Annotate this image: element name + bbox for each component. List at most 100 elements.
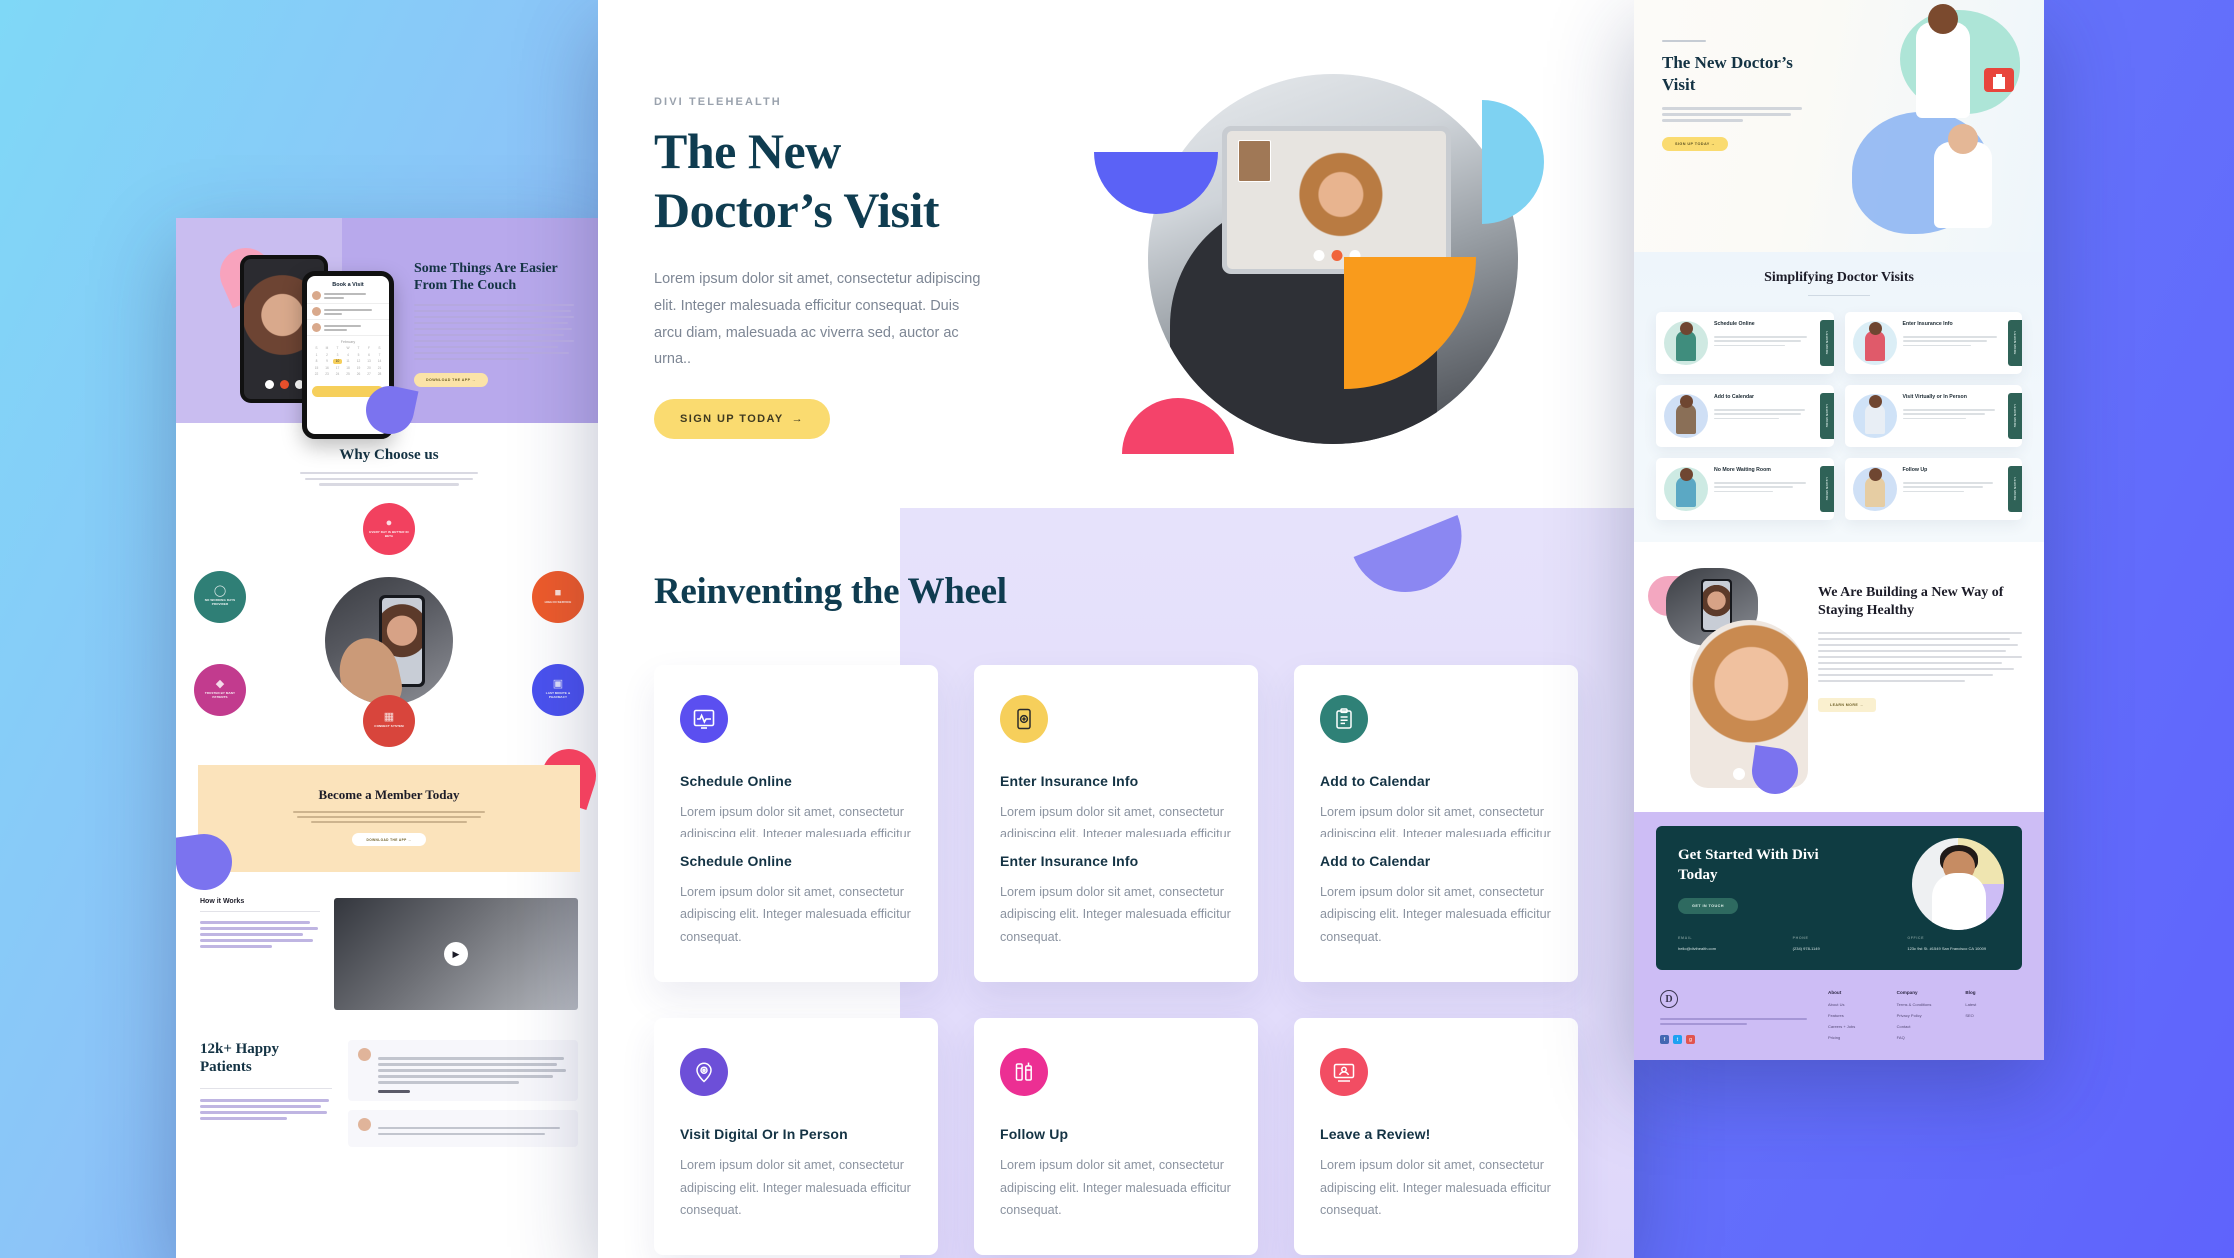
bubble-2[interactable]: ▣ LAST MINUTE & PHARMACY — [532, 663, 584, 716]
left-hero-text-block: Some Things Are Easier From The Couch DO… — [414, 260, 574, 387]
feature-block: Enter Insurance Info Lorem ipsum dolor s… — [1000, 853, 1232, 948]
feature-card[interactable]: Follow Up Lorem ipsum dolor sit amet, co… — [974, 1018, 1258, 1256]
footer-link[interactable]: About Us — [1828, 1002, 1881, 1007]
learn-more-tab[interactable]: LEARN MORE — [2008, 466, 2022, 512]
simplifying-card-grid: Schedule Online LEARN MORE Enter Insuran… — [1634, 296, 2044, 520]
how-it-works-section: How it Works ▶ — [176, 872, 602, 1011]
simplify-card[interactable]: Schedule Online LEARN MORE — [1656, 312, 1834, 374]
cyan-quartercircle-decoration — [1482, 100, 1544, 224]
bubble-label: NO WORKING DAYS PROVIDER — [204, 598, 236, 607]
footer-link[interactable]: Pricing — [1828, 1035, 1881, 1040]
hero-title-line2: Doctor’s Visit — [654, 182, 940, 238]
doctor-list-item[interactable] — [307, 304, 389, 320]
center-page-preview-panel[interactable]: DIVI TELEHEALTH The New Doctor’s Visit L… — [598, 0, 1634, 1258]
calendar-widget[interactable]: February SMTWTFS 1234567 8 9 10 11 12 13 14 15… — [307, 336, 389, 381]
doctor-list-item[interactable] — [307, 288, 389, 304]
doctors-illustration — [1828, 4, 2038, 238]
feature-card-grid: Schedule Online Lorem ipsum dolor sit am… — [654, 665, 1578, 1256]
calendar-grid[interactable]: SMTWTFS 1234567 8 9 10 11 12 13 14 15 16 17 18 19 2… — [312, 346, 384, 377]
learn-more-tab[interactable]: LEARN MORE — [1819, 393, 1834, 439]
learn-more-tab[interactable]: LEARN MORE — [2008, 320, 2022, 366]
sign-up-today-button[interactable]: SIGN UP TODAY → — [654, 399, 830, 440]
become-member-paragraph — [289, 810, 489, 824]
feature-card[interactable]: Add to Calendar Lorem ipsum dolor sit am… — [1294, 665, 1578, 983]
footer-column-blog: Blog Latest SEO — [1965, 990, 2018, 1046]
simplify-card[interactable]: Follow Up LEARN MORE — [1844, 458, 2022, 520]
become-member-title: Become a Member Today — [318, 786, 460, 802]
feature-block: Follow Up Lorem ipsum dolor sit amet, co… — [1000, 1126, 1232, 1221]
learn-more-tab[interactable]: LEARN MORE — [1819, 466, 1834, 512]
feature-card[interactable]: Enter Insurance Info Lorem ipsum dolor s… — [974, 665, 1258, 983]
bubble-3[interactable]: ▦ CONNECT SYSTEM — [363, 694, 415, 747]
simplify-card[interactable]: Enter Insurance Info LEARN MORE — [1844, 312, 2022, 374]
footer-link[interactable]: Features — [1828, 1013, 1881, 1018]
hero-title-line1: The New — [654, 123, 841, 179]
right-page-preview-panel[interactable]: The New Doctor’s Visit SIGN UP TODAY → S… — [1634, 0, 2044, 1060]
google-icon[interactable]: g — [1686, 1035, 1695, 1045]
avatar — [358, 1117, 371, 1131]
hero-section: DIVI TELEHEALTH The New Doctor’s Visit L… — [598, 0, 1634, 454]
simplify-card[interactable]: No More Waiting Room LEARN MORE — [1656, 458, 1834, 520]
feature-block: Schedule Online Lorem ipsum dolor sit am… — [680, 853, 912, 948]
contact-value[interactable]: (234) 978-1149 — [1793, 946, 1886, 952]
become-member-cta-button[interactable]: DOWNLOAD THE APP → — [352, 833, 426, 847]
get-in-touch-button[interactable]: GET IN TOUCH — [1678, 898, 1738, 914]
illustration — [1852, 467, 1897, 511]
feature-block: Visit Digital Or In Person Lorem ipsum d… — [680, 1126, 912, 1221]
contact-value[interactable]: hello@divihealth.com — [1678, 946, 1771, 952]
learn-more-tab[interactable]: LEARN MORE — [1819, 320, 1834, 366]
simplify-card[interactable]: Add to Calendar LEARN MORE — [1656, 385, 1834, 447]
footer-link[interactable]: Latest — [1965, 1002, 2018, 1007]
hero-text-column: DIVI TELEHEALTH The New Doctor’s Visit L… — [654, 60, 1074, 450]
footer-link[interactable]: Contact — [1897, 1024, 1950, 1029]
illustration — [1664, 321, 1708, 365]
lab-coat — [1932, 872, 1986, 930]
why-choose-us-paragraph — [294, 472, 484, 486]
bubble-5[interactable]: ◯ NO WORKING DAYS PROVIDER — [194, 570, 246, 623]
learn-more-button[interactable]: LEARN MORE → — [1818, 697, 1876, 712]
feature-title: Schedule Online — [680, 773, 792, 789]
chart-icon: ■ — [554, 587, 562, 600]
how-it-works-video[interactable]: ▶ — [334, 898, 578, 1011]
right-hero-paragraph — [1662, 107, 1802, 122]
doctor-list-item[interactable] — [307, 320, 389, 336]
footer-link[interactable]: SEO — [1965, 1013, 2018, 1018]
play-icon[interactable]: ▶ — [444, 942, 468, 967]
bubble-4[interactable]: ◆ TRUSTED BY MANY PATIENTS — [194, 663, 246, 716]
left-hero-cta-button[interactable]: DOWNLOAD THE APP → — [414, 372, 488, 387]
footer-link[interactable]: FAQ — [1897, 1035, 1950, 1040]
twitter-icon[interactable]: t — [1673, 1035, 1682, 1045]
footer-link[interactable]: Careers + Jobs — [1828, 1024, 1881, 1029]
bubble-1[interactable]: ■ HIGH IN SERVICE — [532, 570, 584, 623]
feature-card[interactable]: Visit Digital Or In Person Lorem ipsum d… — [654, 1018, 938, 1256]
why-choose-us-title: Why Choose us — [339, 447, 439, 463]
footer-column-company: Company Terms & Conditions Privacy Polic… — [1897, 990, 1950, 1046]
learn-more-tab[interactable]: LEARN MORE — [2008, 393, 2022, 439]
learn-more-label: LEARN MORE — [1824, 477, 1829, 501]
right-hero-section: The New Doctor’s Visit SIGN UP TODAY → — [1634, 0, 2044, 252]
footer-link[interactable]: Terms & Conditions — [1897, 1002, 1950, 1007]
doctor-photo — [1912, 838, 2004, 930]
feature-card[interactable]: Leave a Review! Lorem ipsum dolor sit am… — [1294, 1018, 1578, 1256]
footer-link[interactable]: Privacy Policy — [1897, 1013, 1950, 1018]
social-links[interactable]: f t g — [1660, 1035, 1810, 1045]
simplify-card[interactable]: Visit Virtually or In Person LEARN MORE — [1844, 385, 2022, 447]
learn-more-label: LEARN MORE — [1824, 331, 1829, 355]
reinventing-the-wheel-section: Reinventing the Wheel Schedule Online Lo… — [598, 508, 1634, 1258]
feature-text: Lorem ipsum dolor sit amet, consectetur … — [1320, 1158, 1551, 1218]
bubble-label: LAST MINUTE & PHARMACY — [545, 691, 571, 700]
feature-text: Lorem ipsum dolor sit amet, consectetur … — [1320, 885, 1551, 944]
footer-blurb — [1660, 1018, 1810, 1026]
bubble-label: TRUSTED BY MANY PATIENTS — [204, 691, 236, 700]
hero-lead-paragraph: Lorem ipsum dolor sit amet, consectetur … — [654, 271, 981, 368]
testimonial-quote — [378, 1057, 568, 1084]
right-hero-cta-button[interactable]: SIGN UP TODAY → — [1662, 136, 1729, 151]
illustration — [1852, 394, 1897, 438]
divi-logo-icon[interactable]: D — [1660, 990, 1678, 1008]
left-page-preview-panel[interactable]: Book a Visit February SMTWTFS 1234567 89… — [176, 218, 602, 1258]
facebook-icon[interactable]: f — [1660, 1035, 1669, 1045]
bubble-0[interactable]: ● EVERY DAY IS BETTER IN BETA — [363, 502, 415, 555]
simplify-card-title: Add to Calendar — [1714, 394, 1755, 400]
testimonials-heading-block: 12k+ Happy Patients — [200, 1040, 332, 1155]
feature-card[interactable]: Schedule Online Lorem ipsum dolor sit am… — [654, 665, 938, 983]
